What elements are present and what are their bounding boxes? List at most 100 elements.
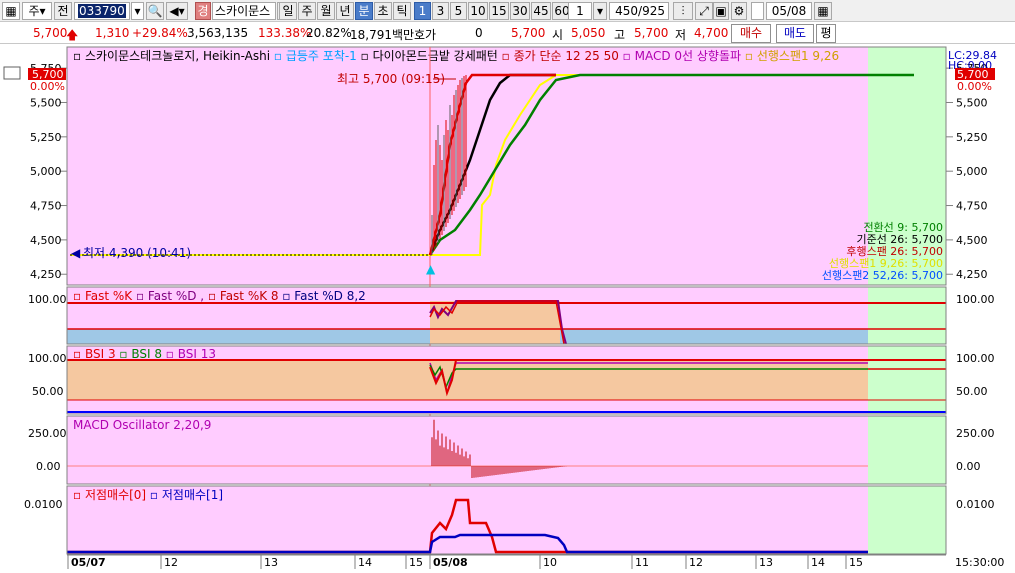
period-tab-5[interactable]: 초 <box>374 2 392 20</box>
chart-area[interactable]: 5,7505,7505,5005,5005,2505,2505,0005,000… <box>0 45 1015 570</box>
stoch-legend-item-2: ▫ Fast %K 8 <box>204 289 278 303</box>
date-input[interactable]: 05/08 <box>766 2 812 20</box>
low-value: 4,700 <box>694 26 729 40</box>
code-dropdown-icon[interactable]: ▾ <box>131 2 144 20</box>
search-icon[interactable]: 🔍 <box>146 2 164 20</box>
market-select[interactable]: 주▾ <box>22 2 52 20</box>
ytick-label-left-1: 5,500 <box>30 96 62 109</box>
xtick-label-11: 15 <box>849 556 863 569</box>
main-legend-item-0: ▫ 스카이문스테크놀로지, Heikin-Ashi <box>73 49 270 63</box>
stoch-legend-item-3: ▫ Fast %D 8,2 <box>279 289 366 303</box>
xtick-label-9: 13 <box>759 556 773 569</box>
interval-button-5[interactable]: 5 <box>450 2 467 20</box>
xtick-label-4: 15 <box>409 556 423 569</box>
ichimoku-label-4: 선행스팬2 52,26: 5,700 <box>822 269 943 282</box>
low-annotation: 최저 4,390 (10:41) <box>83 246 191 260</box>
macd-future-bg <box>868 416 946 484</box>
buy-button[interactable]: 매수 <box>731 24 771 43</box>
stoch-legend-item-0: ▫ Fast %K <box>73 289 133 303</box>
candle-icon[interactable]: ⫶ <box>673 2 693 20</box>
hoga-price: 5,700 <box>511 26 546 40</box>
crosshair-icon[interactable]: ⤢ <box>695 2 713 20</box>
interval-button-45[interactable]: 45 <box>531 2 551 20</box>
eval-button[interactable]: 평 <box>816 24 836 43</box>
gear-icon[interactable]: ⚙ <box>731 2 747 20</box>
interval-button-15[interactable]: 15 <box>489 2 509 20</box>
high-label: 고 <box>614 28 626 42</box>
grid-icon[interactable]: ▦ <box>2 2 20 20</box>
turnover-rate: 20.82% <box>306 26 352 40</box>
period-tab-6[interactable]: 틱 <box>393 2 411 20</box>
ytick-label-right-3: 5,000 <box>956 165 988 178</box>
sell-button[interactable]: 매도 <box>776 24 814 43</box>
bsi-legend: ▫ BSI 3 ▫ BSI 8 ▫ BSI 13 <box>73 347 216 361</box>
bsi-peach-fill <box>67 360 868 400</box>
period-tab-1[interactable]: 주 <box>298 2 316 20</box>
main-legend-item-4: ▫ MACD 0선 상향돌파 <box>619 49 741 63</box>
ytick-label-right-1: 5,500 <box>956 96 988 109</box>
interval-button-1[interactable]: 1 <box>414 2 431 20</box>
macd-panel[interactable]: MACD Oscillator 2,20,9 250.00 0.00 250.0… <box>28 415 995 485</box>
xtick-label-2: 13 <box>264 556 278 569</box>
period-tab-3[interactable]: 년 <box>336 2 354 20</box>
range-display: 450/925 <box>609 2 669 20</box>
market-label: 주 <box>28 4 40 18</box>
stock-code-input[interactable]: 033790 <box>74 2 130 20</box>
lowbuy-legend-item-1: ▫ 저점매수[1] <box>146 488 223 502</box>
open-value: 5,050 <box>571 26 606 40</box>
ytick-label-right-4: 4,750 <box>956 200 988 213</box>
high-value: 5,700 <box>634 26 669 40</box>
bsi-ytick-100-right: 100.00 <box>956 352 995 365</box>
interval-button-10[interactable]: 10 <box>468 2 488 20</box>
prev-button[interactable]: 전 <box>54 2 72 20</box>
count-input[interactable]: 1 <box>568 2 592 20</box>
stoch-future-bg <box>868 287 946 344</box>
interval-button-3[interactable]: 3 <box>432 2 449 20</box>
save-icon[interactable]: ▣ <box>713 2 729 20</box>
up-arrow-icon: 🡅 <box>66 28 79 42</box>
summary-bar: 5,700 🡅 1,310 +29.84% 3,563,135 133.38% … <box>0 23 1015 44</box>
right-pct-tag: 0.00% <box>957 80 992 93</box>
high-annotation: 최고 5,700 (09:15) <box>337 72 445 86</box>
volume-value: 3,563,135 <box>187 26 249 40</box>
stochastic-panel[interactable]: ▫ Fast %K ▫ Fast %D , ▫ Fast %K 8 ▫ Fast… <box>28 286 995 345</box>
bsi-ytick-100-left: 100.00 <box>28 352 67 365</box>
ytick-label-left-6: 4,250 <box>30 268 62 281</box>
ytick-label-left-4: 4,750 <box>30 200 62 213</box>
speaker-icon[interactable]: ◀▾ <box>166 2 188 20</box>
left-pct-tag: 0.00% <box>30 80 65 93</box>
ytick-label-left-2: 5,250 <box>30 131 62 144</box>
ytick-label-right-2: 5,250 <box>956 131 988 144</box>
stoch-blue-band <box>67 329 430 344</box>
main-legend-item-1: ▫ 급등주 포착-1 <box>270 49 357 63</box>
warning-badge: 경 <box>195 2 211 20</box>
lowbuy-future-bg <box>868 486 946 554</box>
xtick-label-1: 12 <box>164 556 178 569</box>
signal-up-arrow-icon: ▲ <box>426 262 436 276</box>
bsi-future-bg <box>868 346 946 414</box>
stoch-peach-fill <box>430 301 560 344</box>
macd-ytick-0-right: 0.00 <box>956 460 981 473</box>
calendar-icon[interactable]: ▦ <box>814 2 832 20</box>
bsi-panel[interactable]: ▫ BSI 3 ▫ BSI 8 ▫ BSI 13 100.00 50.00 10… <box>28 345 995 415</box>
count-dropdown-icon[interactable]: ▾ <box>593 2 607 20</box>
toolbar: ▦ 주▾ 전 033790 ▾ 🔍 ◀▾ 경 스카이문스 ▸ 일주월년분초틱 1… <box>0 0 1015 22</box>
low-buy-panel[interactable]: ▫ 저점매수[0] ▫ 저점매수[1] 0.0100 0.0100 <box>24 485 995 555</box>
interval-button-30[interactable]: 30 <box>510 2 530 20</box>
lowbuy-legend: ▫ 저점매수[0] ▫ 저점매수[1] <box>73 488 223 502</box>
main-legend-item-3: ▫ 종가 단순 12 25 50 <box>498 49 619 63</box>
stock-code-value: 033790 <box>78 4 126 18</box>
date-checkbox[interactable] <box>751 2 764 20</box>
period-tab-0[interactable]: 일 <box>279 2 297 20</box>
volume-ratio: 133.38% <box>258 26 312 40</box>
period-tab-2[interactable]: 월 <box>317 2 335 20</box>
low-label: 저 <box>675 28 687 42</box>
stoch-legend-item-1: ▫ Fast %D , <box>132 289 204 303</box>
change-pct: +29.84% <box>132 26 188 40</box>
ytick-label-right-5: 4,500 <box>956 234 988 247</box>
period-tab-4[interactable]: 분 <box>355 2 373 20</box>
stock-name-field[interactable]: 스카이문스 <box>212 2 276 20</box>
xtick-label-0: 05/07 <box>71 556 106 569</box>
bsi-ytick-50-right: 50.00 <box>956 385 988 398</box>
xtick-label-5: 05/08 <box>433 556 468 569</box>
